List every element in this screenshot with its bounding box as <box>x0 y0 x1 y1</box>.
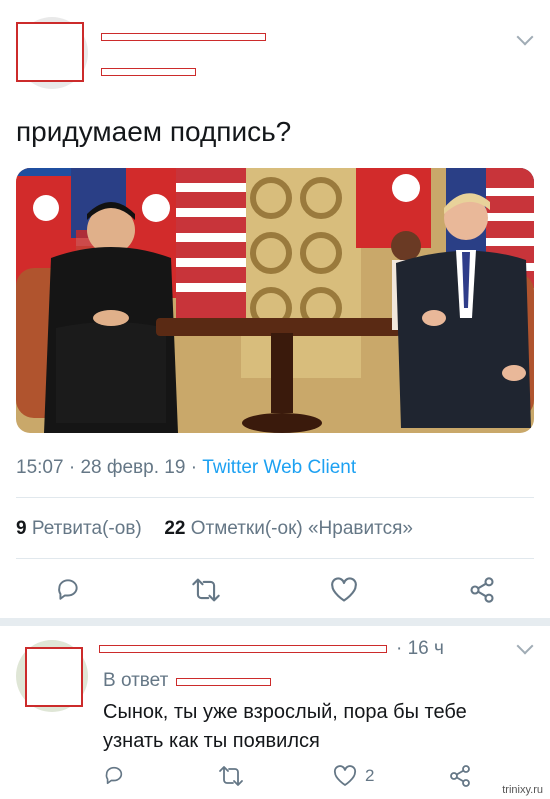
in-reply-label: В ответ <box>103 670 169 691</box>
retweet-icon[interactable] <box>191 577 221 603</box>
tweet-text: придумаем подпись? <box>16 116 292 147</box>
watermark: trinixy.ru <box>499 783 546 797</box>
author-handle-redaction <box>101 68 196 76</box>
reply-text-line: Сынок, ты уже взрослый, пора бы тебе <box>103 701 467 723</box>
share-icon[interactable] <box>468 576 496 604</box>
heart-icon[interactable] <box>333 765 357 787</box>
retweet-icon[interactable] <box>218 765 244 787</box>
divider <box>16 497 534 498</box>
tweet-date: 28 февр. 19 <box>80 457 186 478</box>
section-separator <box>0 618 550 626</box>
reply-avatar-redaction <box>25 647 83 707</box>
chevron-down-icon[interactable] <box>516 28 534 46</box>
reply-name-redaction <box>99 645 387 653</box>
reply-icon[interactable] <box>55 576 81 602</box>
tweet-client-link[interactable]: Twitter Web Client <box>202 457 356 478</box>
reply-icon[interactable] <box>103 764 125 786</box>
chevron-down-icon[interactable] <box>516 637 534 655</box>
retweets-count: 9 <box>16 518 27 539</box>
reply-time-value: 16 ч <box>407 638 444 659</box>
reply-text: Сынок, ты уже взрослый, пора бы тебе узн… <box>103 698 467 756</box>
reply-time: · 16 ч <box>396 638 444 660</box>
tweet-stats: 9 Ретвита(-ов) 22 Отметки(-ок) «Нравится… <box>16 518 413 540</box>
likes-count: 22 <box>164 518 186 539</box>
share-icon[interactable] <box>448 764 472 788</box>
retweets-stat[interactable]: 9 Ретвита(-ов) <box>16 518 147 539</box>
meta-separator: · <box>68 457 76 478</box>
reply-text-line: узнать как ты появился <box>103 730 320 752</box>
tweet-meta: 15:07 · 28 февр. 19 · Twitter Web Client <box>16 457 356 479</box>
tweet-time: 15:07 <box>16 457 64 478</box>
likes-label: Отметки(-ок) «Нравится» <box>190 518 413 539</box>
meta-separator: · <box>190 457 198 478</box>
reply-like-count: 2 <box>365 766 375 785</box>
reply-to-handle-redaction[interactable] <box>176 678 271 686</box>
tweet-photo[interactable] <box>16 168 534 433</box>
likes-stat[interactable]: 22 Отметки(-ок) «Нравится» <box>164 518 413 539</box>
avatar-redaction <box>16 22 84 82</box>
divider <box>16 558 534 559</box>
heart-icon[interactable] <box>330 577 358 603</box>
retweets-label: Ретвита(-ов) <box>31 518 142 539</box>
reply-time-separator: · <box>396 638 403 659</box>
author-name-redaction <box>101 33 266 41</box>
in-reply-to: В ответ <box>103 670 168 692</box>
